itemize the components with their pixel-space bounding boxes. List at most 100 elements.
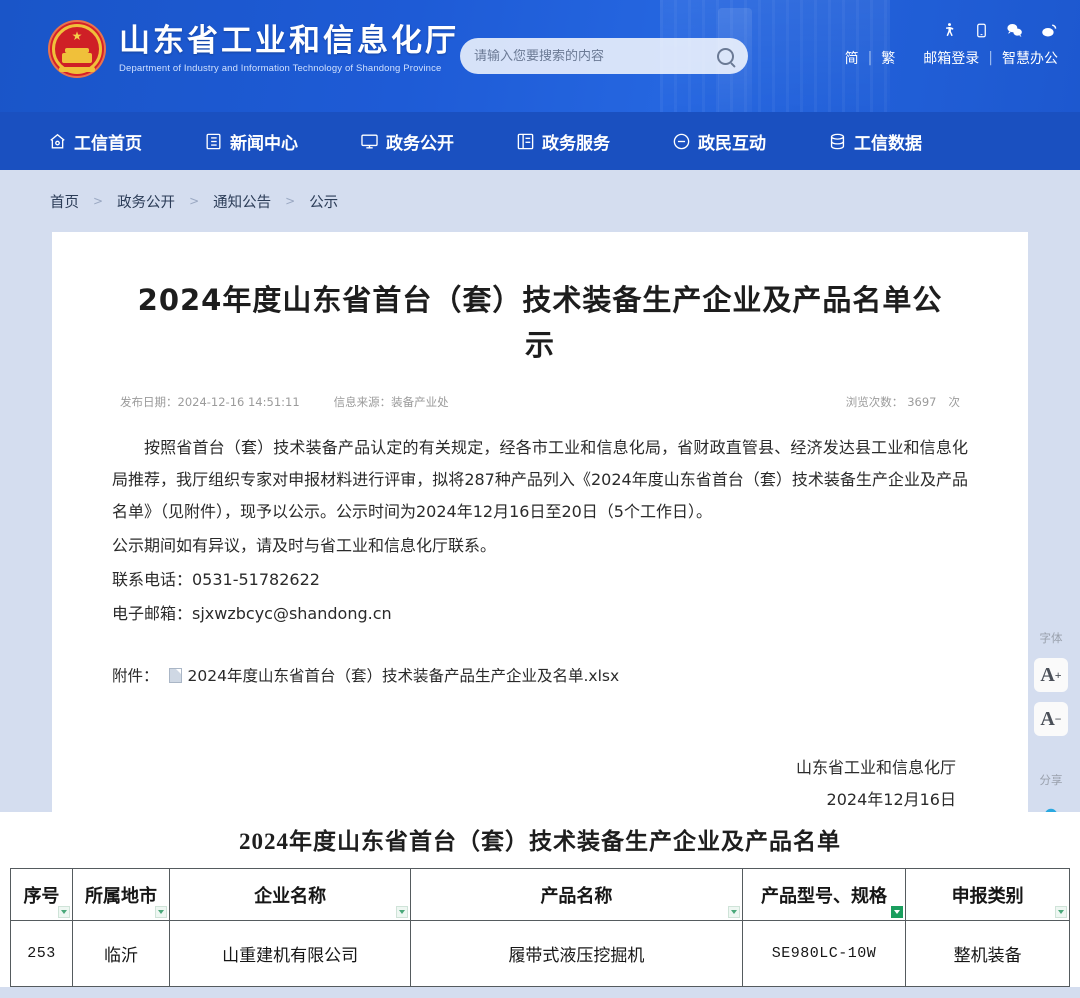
table-title: 2024年度山东省首台（套）技术装备生产企业及产品名单 [0, 820, 1080, 868]
font-increase-button[interactable]: A+ [1034, 658, 1068, 692]
breadcrumb-separator: > [189, 194, 199, 208]
site-header: ★ 山东省工业和信息化厅 Department of Industry and … [0, 0, 1080, 112]
excel-file-icon [169, 668, 182, 683]
filter-arrow-city[interactable] [155, 906, 167, 918]
mobile-icon[interactable] [974, 22, 989, 39]
crumb-item-disclosure[interactable]: 政务公开 [117, 191, 175, 212]
cell-product: 履带式液压挖掘机 [411, 921, 743, 987]
weibo-icon[interactable] [1040, 22, 1058, 39]
header-quick-icons [941, 22, 1058, 39]
national-emblem-icon: ★ [48, 20, 106, 78]
filter-arrow-seq[interactable] [58, 906, 70, 918]
page-title: 2024年度山东省首台（套）技术装备生产企业及产品名单公示 [112, 278, 968, 368]
font-decrease-sign: − [1055, 712, 1062, 727]
crumb-item-home[interactable]: 首页 [50, 191, 79, 212]
article-paragraph-1: 按照省首台（套）技术装备产品认定的有关规定，经各市工业和信息化局，省财政直管县、… [112, 432, 968, 528]
crumb-item-notice[interactable]: 通知公告 [213, 191, 271, 212]
nav-item-government-disclosure[interactable]: 政务公开 [360, 129, 454, 154]
nav-item-news[interactable]: 新闻中心 [204, 129, 298, 154]
link-separator-2: | [988, 50, 993, 66]
article-paragraph-2: 公示期间如有异议，请及时与省工业和信息化厅联系。 [112, 530, 968, 562]
column-label-category: 申报类别 [952, 886, 1024, 906]
publish-date-label: 发布日期： [120, 395, 178, 409]
interaction-icon [672, 132, 691, 151]
column-header-company: 企业名称 [170, 869, 411, 921]
breadcrumb-separator: > [93, 194, 103, 208]
publish-date-value: 2024-12-16 14:51:11 [178, 395, 300, 409]
brand-title-cn: 山东省工业和信息化厅 [119, 24, 459, 58]
source-label: 信息来源： [334, 395, 392, 409]
cell-category: 整机装备 [906, 921, 1070, 987]
product-list-table-section: 2024年度山东省首台（套）技术装备生产企业及产品名单 序号 所属地市 企业名称… [0, 812, 1080, 987]
filter-arrow-category[interactable] [1055, 906, 1067, 918]
crumb-item-publicity: 公示 [309, 191, 338, 212]
breadcrumb: 首页 > 政务公开 > 通知公告 > 公示 [0, 170, 1080, 232]
table-row: 253 临沂 山重建机有限公司 履带式液压挖掘机 SE980LC-10W 整机装… [11, 921, 1070, 987]
nav-label-news: 新闻中心 [230, 129, 298, 154]
database-icon [828, 132, 847, 151]
news-icon [204, 132, 223, 151]
mail-login-link[interactable]: 邮箱登录 [923, 48, 979, 68]
accessibility-icon[interactable] [941, 22, 958, 39]
views-count: 3697 [907, 395, 936, 409]
site-brand[interactable]: ★ 山东省工业和信息化厅 Department of Industry and … [48, 20, 459, 78]
cell-seq: 253 [11, 921, 73, 987]
brand-title-en: Department of Industry and Information T… [119, 63, 459, 74]
font-increase-sign: + [1055, 668, 1062, 683]
table-header-row: 序号 所属地市 企业名称 产品名称 产品型号、规格 [11, 869, 1070, 921]
signature-block: 山东省工业和信息化厅 2024年12月16日 [112, 752, 968, 816]
signature-org: 山东省工业和信息化厅 [112, 752, 956, 784]
nav-label-government-disclosure: 政务公开 [386, 129, 454, 154]
nav-label-home: 工信首页 [74, 129, 142, 154]
monitor-icon [360, 132, 379, 151]
font-size-label: 字体 [1040, 630, 1063, 646]
filter-arrow-product[interactable] [728, 906, 740, 918]
cell-city: 临沂 [72, 921, 169, 987]
main-navigation: 工信首页 新闻中心 政务公开 政务服务 [0, 112, 1080, 170]
column-label-city: 所属地市 [85, 886, 157, 906]
attachment-filename-link[interactable]: 2024年度山东省首台（套）技术装备产品生产企业及名单.xlsx [188, 664, 620, 686]
nav-item-government-service[interactable]: 政务服务 [516, 129, 610, 154]
column-header-city: 所属地市 [72, 869, 169, 921]
nav-label-government-service: 政务服务 [542, 129, 610, 154]
font-decrease-button[interactable]: A− [1034, 702, 1068, 736]
share-label: 分享 [1040, 772, 1063, 788]
views-label: 浏览次数： [846, 394, 904, 410]
search-box[interactable] [460, 38, 748, 74]
attachment-label: 附件： [112, 664, 159, 686]
nav-item-data[interactable]: 工信数据 [828, 129, 922, 154]
column-header-model: 产品型号、规格 [742, 869, 906, 921]
breadcrumb-separator: > [285, 194, 295, 208]
attachment-row: 附件： 2024年度山东省首台（套）技术装备产品生产企业及名单.xlsx [112, 664, 968, 686]
home-icon [48, 132, 67, 151]
link-separator-1: | [868, 50, 873, 66]
lang-simplified-link[interactable]: 简 [845, 48, 859, 68]
font-increase-letter: A [1040, 664, 1054, 687]
column-header-product: 产品名称 [411, 869, 743, 921]
nav-item-interaction[interactable]: 政民互动 [672, 129, 766, 154]
search-input[interactable] [474, 49, 717, 64]
article-paragraph-3: 联系电话：0531-51782622 [112, 564, 968, 596]
nav-item-home[interactable]: 工信首页 [48, 129, 142, 154]
font-decrease-letter: A [1040, 708, 1054, 731]
cell-company: 山重建机有限公司 [170, 921, 411, 987]
views-unit: 次 [949, 394, 961, 410]
smart-office-link[interactable]: 智慧办公 [1002, 48, 1058, 68]
cell-model: SE980LC-10W [742, 921, 906, 987]
column-label-company: 企业名称 [254, 886, 326, 906]
nav-label-data: 工信数据 [854, 129, 922, 154]
filter-arrow-company[interactable] [396, 906, 408, 918]
article-paragraph-4: 电子邮箱：sjxwzbcyc@shandong.cn [112, 598, 968, 630]
wechat-icon[interactable] [1005, 22, 1024, 39]
nav-label-interaction: 政民互动 [698, 129, 766, 154]
filter-arrow-model[interactable] [891, 906, 903, 918]
lang-traditional-link[interactable]: 繁 [881, 48, 895, 68]
header-links: 简 | 繁 邮箱登录 | 智慧办公 [845, 48, 1058, 68]
service-icon [516, 132, 535, 151]
product-list-table: 序号 所属地市 企业名称 产品名称 产品型号、规格 [10, 868, 1070, 987]
column-header-seq: 序号 [11, 869, 73, 921]
article-body: 按照省首台（套）技术装备产品认定的有关规定，经各市工业和信息化局，省财政直管县、… [112, 432, 968, 630]
column-header-category: 申报类别 [906, 869, 1070, 921]
article-meta: 发布日期：2024-12-16 14:51:11 信息来源：装备产业处 浏览次数… [112, 394, 968, 410]
search-icon[interactable] [717, 48, 734, 65]
